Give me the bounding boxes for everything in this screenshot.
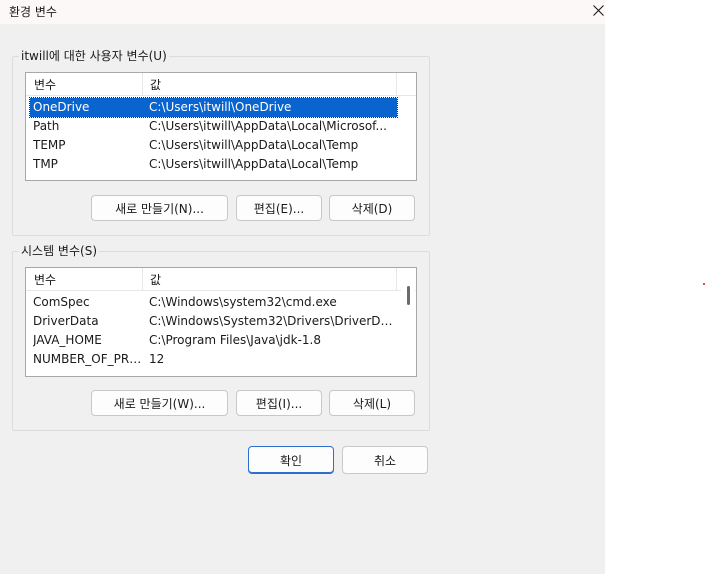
title-bar: 환경 변수: [0, 0, 605, 24]
close-button[interactable]: [588, 0, 608, 20]
window-title: 환경 변수: [9, 5, 57, 19]
table-row[interactable]: OneDrive C:\Users\itwill\OneDrive: [29, 97, 398, 118]
table-row[interactable]: ComSpec C:\Windows\system32\cmd.exe: [30, 293, 397, 312]
row-name: Path: [33, 119, 60, 133]
system-new-button[interactable]: 새로 만들기(W)...: [91, 390, 228, 416]
cancel-button[interactable]: 취소: [342, 446, 428, 474]
column-separator[interactable]: [396, 268, 397, 290]
table-row[interactable]: TEMP C:\Users\itwill\AppData\Local\Temp: [30, 136, 397, 155]
column-separator[interactable]: [396, 73, 397, 95]
table-row[interactable]: TMP C:\Users\itwill\AppData\Local\Temp: [30, 155, 397, 174]
ok-button[interactable]: 확인: [248, 446, 334, 474]
close-icon: [592, 4, 604, 16]
row-name: OneDrive: [33, 100, 90, 114]
list-header: 변수 값: [26, 73, 416, 96]
scroll-thumb[interactable]: [407, 286, 410, 305]
user-edit-button[interactable]: 편집(E)...: [236, 195, 322, 221]
user-variables-label: itwill에 대한 사용자 변수(U): [19, 48, 169, 64]
row-value: C:\Windows\system32\cmd.exe: [149, 295, 337, 309]
row-value: C:\Users\itwill\OneDrive: [149, 100, 292, 114]
list-header: 변수 값: [26, 268, 416, 291]
row-value: C:\Users\itwill\AppData\Local\Microsof..…: [149, 119, 387, 133]
row-value: C:\Users\itwill\AppData\Local\Temp: [149, 157, 359, 171]
system-delete-button[interactable]: 삭제(L): [329, 390, 415, 416]
row-name: TMP: [33, 157, 58, 171]
environment-variables-dialog: 환경 변수 itwill에 대한 사용자 변수(U) 변수 값 OneDrive…: [0, 0, 605, 574]
row-name: ComSpec: [33, 295, 90, 309]
row-name: JAVA_HOME: [33, 333, 102, 347]
column-separator[interactable]: [142, 268, 143, 290]
column-header-variable[interactable]: 변수: [34, 76, 56, 93]
row-name: NUMBER_OF_PRO...: [33, 352, 143, 366]
system-variables-list[interactable]: 변수 값 ComSpec C:\Windows\system32\cmd.exe…: [25, 267, 417, 377]
cursor-dot: [703, 283, 705, 285]
user-delete-button[interactable]: 삭제(D): [329, 195, 415, 221]
row-value: C:\Windows\System32\Drivers\DriverData: [149, 314, 399, 328]
system-edit-button[interactable]: 편집(I)...: [236, 390, 322, 416]
table-row[interactable]: Path C:\Users\itwill\AppData\Local\Micro…: [30, 117, 397, 136]
column-header-value[interactable]: 값: [150, 271, 161, 288]
column-separator[interactable]: [142, 73, 143, 95]
vertical-scrollbar[interactable]: [401, 269, 415, 375]
column-header-variable[interactable]: 변수: [34, 271, 56, 288]
table-row[interactable]: DriverData C:\Windows\System32\Drivers\D…: [30, 312, 399, 331]
user-new-button[interactable]: 새로 만들기(N)...: [91, 195, 228, 221]
row-name: DriverData: [33, 314, 99, 328]
system-variables-label: 시스템 변수(S): [19, 243, 99, 259]
table-row[interactable]: NUMBER_OF_PRO... 12: [30, 350, 397, 369]
column-header-value[interactable]: 값: [150, 76, 161, 93]
table-row[interactable]: JAVA_HOME C:\Program Files\Java\jdk-1.8: [30, 331, 397, 350]
row-value: C:\Users\itwill\AppData\Local\Temp: [149, 138, 359, 152]
row-value: 12: [149, 352, 165, 366]
row-value: C:\Program Files\Java\jdk-1.8: [149, 333, 321, 347]
user-variables-list[interactable]: 변수 값 OneDrive C:\Users\itwill\OneDrive P…: [25, 72, 417, 181]
row-name: TEMP: [33, 138, 66, 152]
